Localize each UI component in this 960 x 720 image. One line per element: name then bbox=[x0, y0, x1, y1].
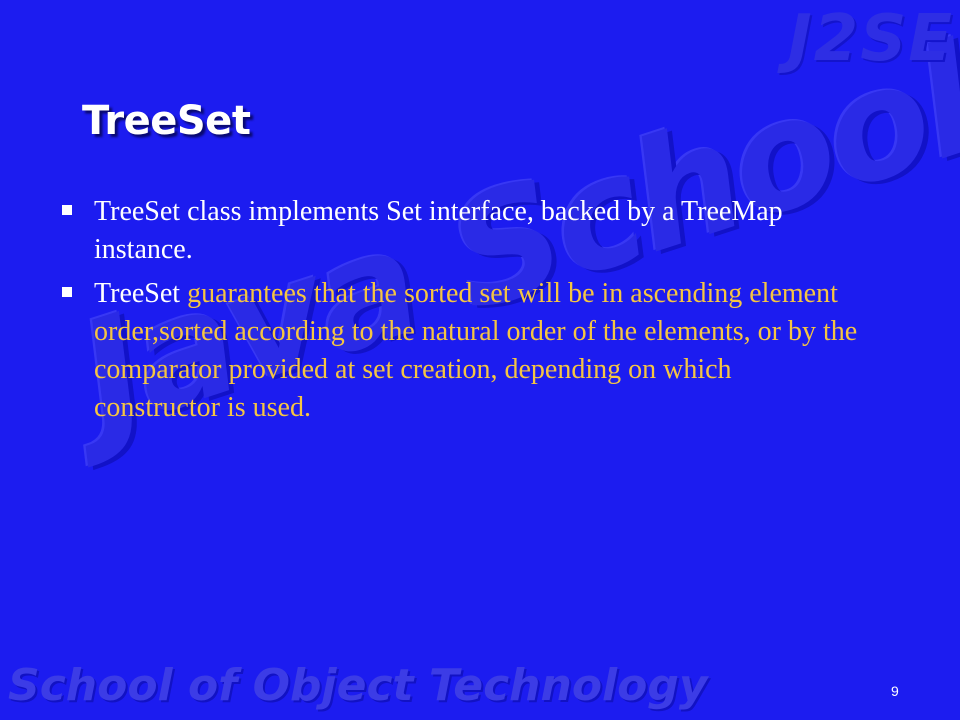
bullet-square-icon bbox=[62, 287, 72, 297]
j2se-logo: J2SE bbox=[787, 2, 954, 76]
bullet-square-icon bbox=[62, 205, 72, 215]
bullet-text: TreeSet class implements Set interface, … bbox=[94, 196, 783, 265]
page-number: 9 bbox=[891, 683, 899, 699]
bullet-item: TreeSet guarantees that the sorted set w… bbox=[60, 275, 860, 427]
bullet-list: TreeSet class implements Set interface, … bbox=[60, 193, 860, 433]
bullet-highlight-text: guarantees that the sorted set will be i… bbox=[94, 278, 858, 423]
slide: Java School J2SE School of Object Techno… bbox=[0, 0, 960, 720]
bullet-item: TreeSet class implements Set interface, … bbox=[60, 193, 860, 269]
slide-title: TreeSet bbox=[82, 98, 251, 144]
footer-brand-watermark: School of Object Technology bbox=[8, 660, 708, 711]
bullet-text: TreeSet bbox=[94, 278, 181, 309]
